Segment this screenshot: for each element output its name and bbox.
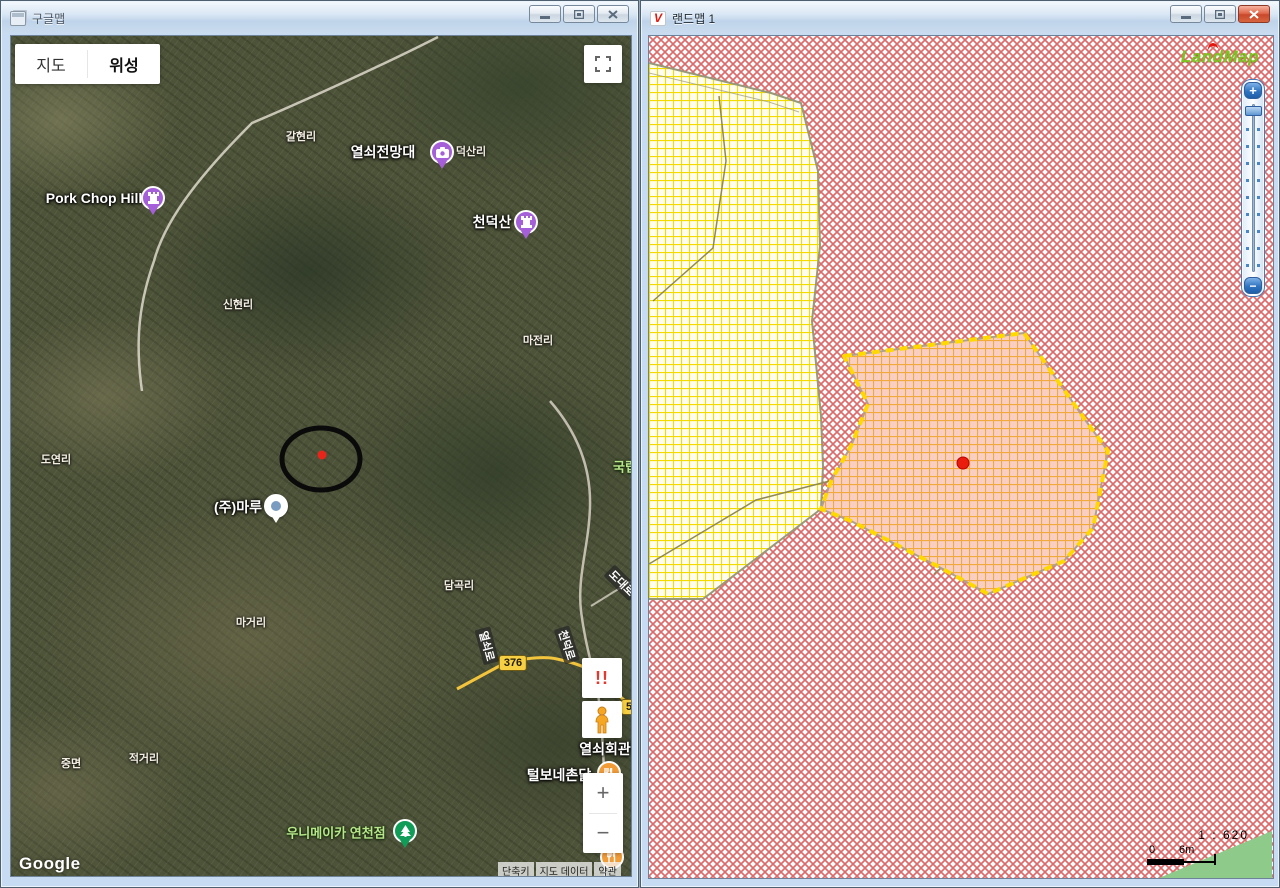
map-attribution: 단축키 지도 데이터 약관 xyxy=(498,862,621,876)
map-type-map[interactable]: 지도 xyxy=(15,44,87,84)
cadastral-layers xyxy=(649,36,1273,878)
pegman-button[interactable] xyxy=(582,701,622,738)
yellow-grid-zone xyxy=(649,63,823,599)
left-titlebar[interactable]: 구글맵 xyxy=(2,2,637,34)
slider-zoom-out-button[interactable]: − xyxy=(1244,277,1262,294)
window-title: 랜드맵 1 xyxy=(672,10,715,27)
slider-zoom-in-button[interactable]: + xyxy=(1244,82,1262,99)
close-button[interactable] xyxy=(1238,5,1270,23)
target-dot xyxy=(318,451,327,460)
tower-marker[interactable] xyxy=(141,186,165,210)
landmap-logo: LandMap xyxy=(1181,47,1259,67)
map-roads-overlay xyxy=(11,36,631,876)
scale-zero: 0 xyxy=(1149,844,1155,856)
camera-marker[interactable] xyxy=(430,140,454,164)
terms-link[interactable]: 약관 xyxy=(594,862,620,876)
google-logo[interactable]: Google xyxy=(19,854,81,874)
parcel-center-dot xyxy=(957,457,969,469)
maximize-button[interactable] xyxy=(1204,5,1236,23)
zoom-control: + − xyxy=(583,773,623,853)
fullscreen-icon xyxy=(595,56,611,72)
zoom-slider[interactable]: + − xyxy=(1241,79,1265,297)
google-map-window: 구글맵 지도 위성 갈현리열쇠전망대덕산리Pork Chop Hill천덕산신현… xyxy=(0,0,639,888)
road-gray-branch xyxy=(591,576,631,606)
window-title: 구글맵 xyxy=(32,10,65,27)
landmap-window: V 랜드맵 1 LandMap + − 1 : 620 0 6m xyxy=(640,0,1280,888)
landmap-app-icon: V xyxy=(650,11,666,26)
close-button[interactable] xyxy=(597,5,629,23)
road-badge: 376 xyxy=(499,655,527,671)
window-icon xyxy=(10,11,26,26)
road-white xyxy=(139,37,438,391)
zoom-in-button[interactable]: + xyxy=(583,773,623,813)
map-type-satellite[interactable]: 위성 xyxy=(88,44,160,84)
minimize-button[interactable] xyxy=(529,5,561,23)
minimize-button[interactable] xyxy=(1170,5,1202,23)
fullscreen-button[interactable] xyxy=(584,45,622,83)
satellite-map[interactable]: 지도 위성 갈현리열쇠전망대덕산리Pork Chop Hill천덕산신현리마전리… xyxy=(11,36,631,876)
slider-track[interactable] xyxy=(1252,104,1255,272)
cadastral-map[interactable]: LandMap + − 1 : 620 0 6m xyxy=(649,36,1273,878)
right-titlebar[interactable]: V 랜드맵 1 xyxy=(642,2,1278,34)
scale-ratio: 1 : 620 xyxy=(1198,828,1249,842)
slider-handle[interactable] xyxy=(1245,106,1262,116)
maximize-button[interactable] xyxy=(563,5,595,23)
scale-distance: 6m xyxy=(1179,844,1194,856)
tree-marker[interactable] xyxy=(393,819,417,843)
map-type-control: 지도 위성 xyxy=(15,44,160,84)
street-view-alert-button[interactable]: !! xyxy=(582,658,622,698)
scale-bar xyxy=(1147,859,1184,865)
tower-marker[interactable] xyxy=(514,210,538,234)
road-badge: 5 xyxy=(621,699,631,715)
shop-marker[interactable] xyxy=(264,494,288,518)
pegman-icon xyxy=(592,706,612,734)
map-data-link[interactable]: 지도 데이터 xyxy=(536,862,593,876)
shortcuts-link[interactable]: 단축키 xyxy=(498,862,534,876)
map-scale: 1 : 620 0 6m xyxy=(1143,828,1253,876)
zoom-out-button[interactable]: − xyxy=(583,814,623,854)
